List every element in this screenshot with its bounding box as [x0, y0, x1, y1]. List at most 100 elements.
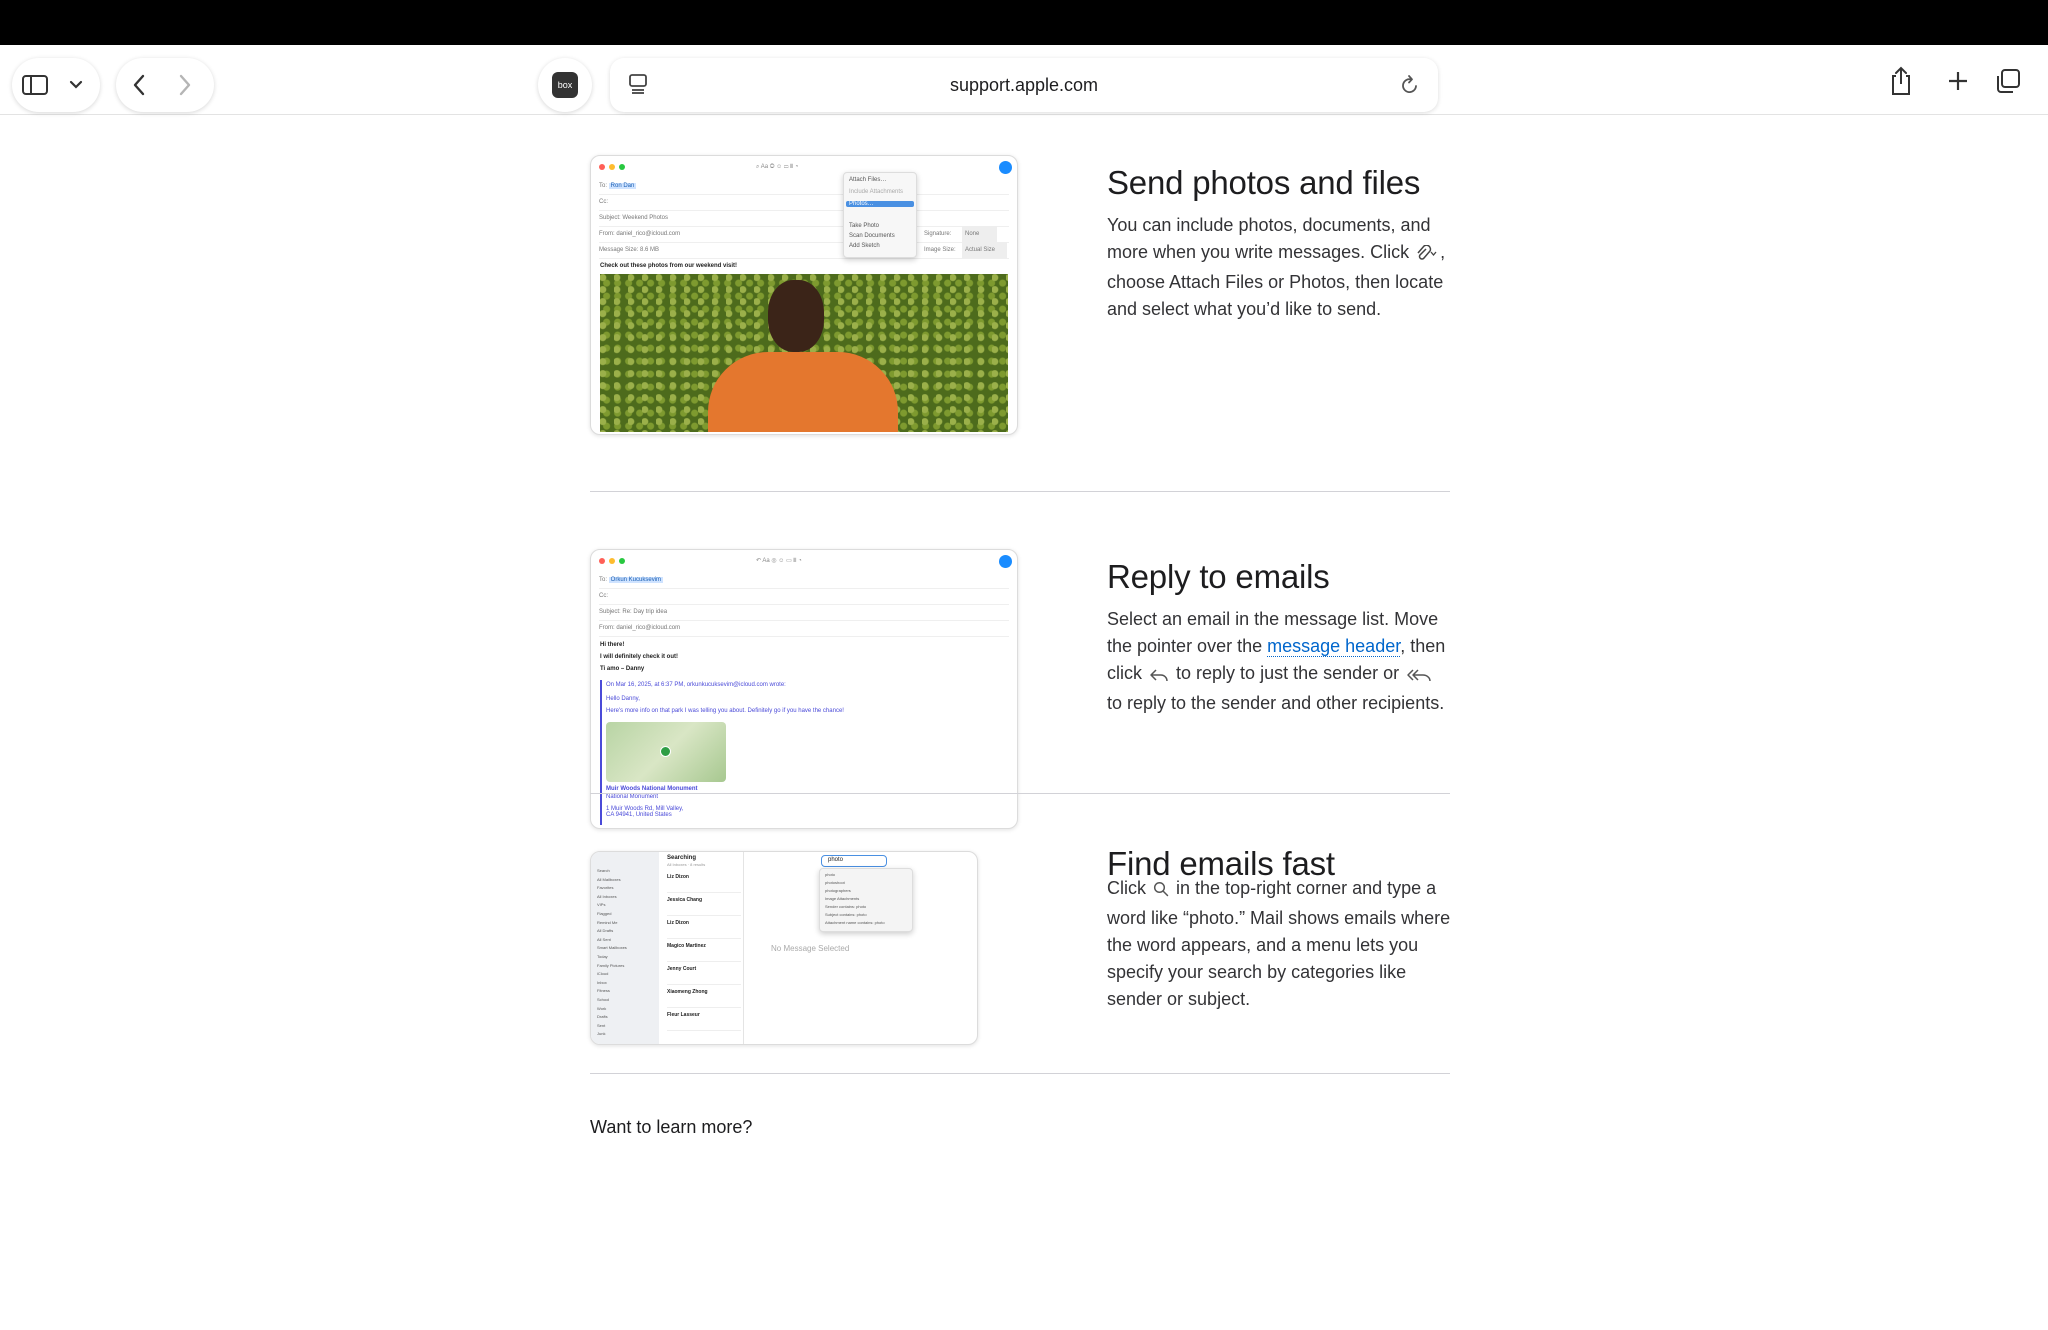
- from-field: From: daniel_rico@icloud.com: [599, 620, 1009, 637]
- mail-sidebar-item: All Mailboxes: [597, 876, 621, 882]
- search-icon: [1153, 878, 1169, 905]
- to-field: To: Orkun Kucuksevim: [599, 572, 1009, 589]
- from-field: From: daniel_rico@icloud.com Signature: N…: [599, 226, 1009, 243]
- screenshot-compose-attach: ⌕ Aa ◎ ☺ ▭ 𝍫 ◔ To: Ron Dan Cc: Subject: …: [590, 155, 1018, 435]
- section-body: Click in the top-right corner and type a…: [1107, 878, 1451, 1009]
- attach-menu: Attach Files… Include Attachments Photos…: [843, 172, 917, 258]
- section-reply: ↶ Aa ◎ ☺ ▭ 𝍫 ◔ To: Orkun Kucuksevim Cc: …: [590, 549, 1450, 839]
- reply-signoff: Ti amo – Danny: [600, 666, 645, 672]
- mail-sidebar-item: All Inboxes: [597, 893, 617, 899]
- to-field: To: Ron Dan: [599, 178, 1009, 195]
- quoted-message: On Mar 16, 2025, at 6:37 PM, orkunkucuks…: [600, 680, 1002, 825]
- forward-icon[interactable]: [162, 62, 208, 108]
- section-find-emails: Search All Mailboxes Favorites All Inboxes V…: [590, 845, 1451, 1131]
- search-suggestions: photo photoshoot photographers Image Attach…: [819, 868, 913, 932]
- mail-sidebar-item: Smart Mailboxes: [597, 945, 627, 951]
- message-list-item: Liz Dizon: [667, 874, 741, 893]
- subject-field: Subject: Weekend Photos: [599, 210, 1009, 227]
- send-icon: [999, 161, 1012, 174]
- mail-sidebar-item: Family Pictures: [597, 962, 625, 968]
- new-tab-icon[interactable]: [1946, 69, 1970, 98]
- reload-icon[interactable]: [1400, 74, 1420, 101]
- mail-sidebar-item: VIPs: [597, 902, 606, 908]
- subject-field: Subject: Re: Day trip idea: [599, 604, 1009, 621]
- screenshot-mail-search: Search All Mailboxes Favorites All Inboxes V…: [590, 851, 978, 1045]
- mail-sidebar-item: All Sent: [597, 936, 611, 942]
- message-header-link[interactable]: message header: [1267, 636, 1401, 657]
- map-pin-icon: [660, 746, 671, 757]
- window-controls: [599, 164, 625, 170]
- photo-subject-sweater: [708, 352, 898, 432]
- section-divider: [590, 793, 1450, 794]
- reply-line: I will definitely check it out!: [600, 654, 679, 660]
- search-suggestion-item: photoshoot: [825, 880, 845, 885]
- mail-sidebar-item: Search: [597, 868, 610, 873]
- cc-field: Cc:: [599, 588, 1009, 605]
- message-list: Searching All Inboxes · 8 results Liz Di…: [659, 852, 744, 1044]
- back-icon[interactable]: [116, 62, 162, 108]
- address-bar[interactable]: support.apple.com: [610, 58, 1438, 112]
- search-suggestion-item: Subject contains: photo: [825, 912, 867, 917]
- mail-sidebar-item: Flagged: [597, 911, 612, 916]
- search-field: photo: [821, 855, 887, 867]
- box-extension-button[interactable]: box: [538, 58, 592, 112]
- compose-toolbar-icons: ↶ Aa ◎ ☺ ▭ 𝍫 ◔: [756, 558, 802, 564]
- photo-subject-head: [768, 280, 824, 352]
- mail-sidebar-item: Remind Me: [597, 919, 618, 925]
- cc-field: Cc:: [599, 194, 1009, 211]
- message-list-item: Jessica Chang: [667, 897, 741, 916]
- screenshot-reply-email: ↶ Aa ◎ ☺ ▭ 𝍫 ◔ To: Orkun Kucuksevim Cc: …: [590, 549, 1018, 829]
- status-bar: [0, 0, 2048, 45]
- mail-sidebar: Search All Mailboxes Favorites All Inboxes V…: [591, 852, 659, 1044]
- search-suggestion-item: photo: [825, 872, 836, 877]
- no-message-selected: No Message Selected: [771, 944, 850, 953]
- search-suggestion-item: Attachment name contains: photo: [825, 920, 885, 925]
- mail-sidebar-item: Favorites: [597, 885, 614, 891]
- send-icon: [999, 555, 1012, 568]
- message-list-item: Fleur Lasseur: [667, 1012, 741, 1031]
- mail-sidebar-item: Inbox: [597, 979, 607, 985]
- window-controls: [599, 558, 625, 564]
- mail-sidebar-item: All Drafts: [597, 928, 614, 934]
- sidebar-control-group: [12, 58, 100, 112]
- section-heading: Reply to emails: [1107, 558, 1330, 595]
- learn-more-heading: Want to learn more?: [590, 1117, 753, 1137]
- message-list-item: Magico Martinez: [667, 943, 741, 962]
- tab-overview-icon[interactable]: [1994, 67, 2022, 100]
- mail-sidebar-item: iCloud: [597, 971, 609, 977]
- sidebar-toggle-icon[interactable]: [12, 62, 58, 108]
- section-send-photos: ⌕ Aa ◎ ☺ ▭ 𝍫 ◔ To: Ron Dan Cc: Subject: …: [590, 155, 1450, 455]
- reply-greeting: Hi there!: [600, 642, 625, 648]
- reply-all-icon: [1406, 663, 1432, 690]
- mail-sidebar-item: Drafts: [597, 1014, 608, 1020]
- message-list-item: Xiaomeng Zhong: [667, 989, 741, 1008]
- section-heading: Send photos and files: [1107, 164, 1421, 201]
- box-extension-icon: box: [552, 72, 578, 98]
- search-suggestion-item: photographers: [825, 888, 851, 893]
- navigation-group: [116, 58, 214, 112]
- mail-sidebar-item: Junk: [597, 1031, 606, 1037]
- message-size-field: Message Size: 8.6 MB Image Size: Actual S…: [599, 242, 1009, 259]
- share-icon[interactable]: [1888, 65, 1914, 102]
- mail-sidebar-item: Sent: [597, 1022, 606, 1028]
- reply-icon: [1149, 663, 1169, 690]
- message-body-text: Check out these photos from our weekend …: [600, 263, 738, 269]
- message-list-item: Jenny Court: [667, 966, 741, 985]
- section-body: You can include photos, documents, and m…: [1107, 215, 1446, 319]
- paperclip-icon: [1416, 242, 1438, 269]
- search-suggestion-item: Sender contains: photo: [825, 904, 867, 909]
- chevron-down-icon[interactable]: [58, 62, 94, 108]
- compose-toolbar-icons: ⌕ Aa ◎ ☺ ▭ 𝍫 ◔: [756, 164, 799, 170]
- mail-sidebar-item: School: [597, 997, 610, 1002]
- map-thumbnail: [606, 722, 726, 782]
- photo-attachment: [600, 274, 1008, 432]
- browser-toolbar: box support.apple.com: [0, 45, 2048, 115]
- search-suggestion-item: Image Attachments: [825, 896, 860, 901]
- mail-sidebar-item: Work: [597, 1005, 607, 1011]
- url-text: support.apple.com: [949, 75, 1099, 95]
- section-divider: [590, 1073, 1450, 1074]
- mail-sidebar-item: Today: [597, 954, 608, 959]
- section-body: Select an email in the message list. Mov…: [1107, 609, 1446, 713]
- mail-sidebar-item: Fitness: [597, 988, 610, 994]
- message-list-item: Liz Dizon: [667, 920, 741, 939]
